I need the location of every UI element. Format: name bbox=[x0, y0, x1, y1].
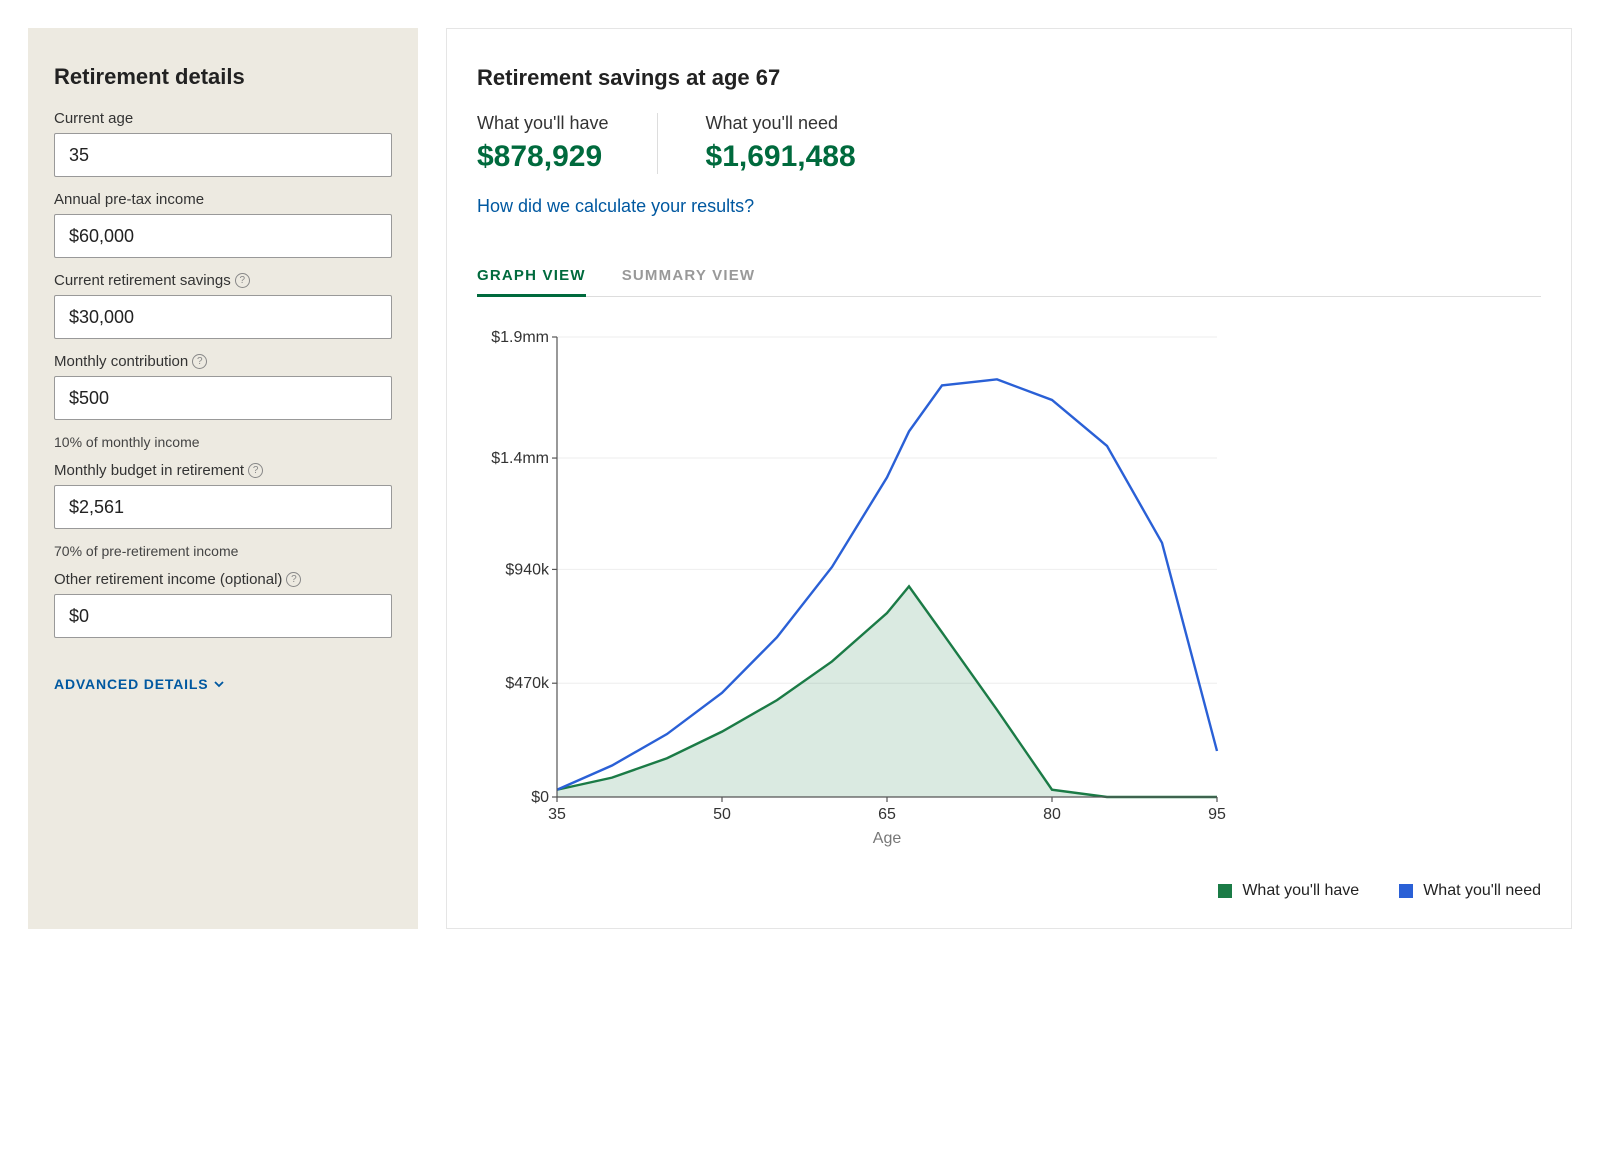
monthly-contribution-input[interactable] bbox=[54, 376, 392, 420]
help-icon[interactable]: ? bbox=[235, 273, 250, 288]
field-monthly-budget: Monthly budget in retirement ? bbox=[54, 462, 392, 529]
retirement-chart: $0 $470k $940k $1.4mm $1.9mm 35 50 65 80 95 Age bbox=[477, 317, 1541, 862]
advanced-details-label: ADVANCED DETAILS bbox=[54, 676, 208, 692]
annual-income-label: Annual pre-tax income bbox=[54, 191, 392, 208]
legend-have: What you'll have bbox=[1218, 882, 1359, 900]
other-income-label: Other retirement income (optional) ? bbox=[54, 571, 392, 588]
svg-text:$470k: $470k bbox=[505, 675, 550, 692]
legend-swatch-need-icon bbox=[1399, 884, 1413, 898]
annual-income-input[interactable] bbox=[54, 214, 392, 258]
chevron-down-icon bbox=[214, 679, 224, 689]
calculation-link[interactable]: How did we calculate your results? bbox=[477, 196, 754, 217]
monthly-budget-label: Monthly budget in retirement ? bbox=[54, 462, 392, 479]
monthly-budget-input[interactable] bbox=[54, 485, 392, 529]
monthly-budget-helper: 70% of pre-retirement income bbox=[54, 543, 392, 559]
legend-have-label: What you'll have bbox=[1242, 882, 1359, 900]
current-savings-label-text: Current retirement savings bbox=[54, 272, 231, 289]
stat-need-label: What you'll need bbox=[706, 113, 856, 134]
stat-have: What you'll have $878,929 bbox=[477, 113, 658, 174]
stat-have-label: What you'll have bbox=[477, 113, 609, 134]
monthly-budget-label-text: Monthly budget in retirement bbox=[54, 462, 244, 479]
monthly-contribution-helper: 10% of monthly income bbox=[54, 434, 392, 450]
svg-text:$1.4mm: $1.4mm bbox=[491, 450, 549, 467]
results-title: Retirement savings at age 67 bbox=[477, 65, 1541, 91]
current-age-label: Current age bbox=[54, 110, 392, 127]
stat-need-value: $1,691,488 bbox=[706, 140, 856, 174]
stat-have-value: $878,929 bbox=[477, 140, 609, 174]
current-savings-label: Current retirement savings ? bbox=[54, 272, 392, 289]
svg-text:$1.9mm: $1.9mm bbox=[491, 329, 549, 346]
current-age-input[interactable] bbox=[54, 133, 392, 177]
stat-need: What you'll need $1,691,488 bbox=[706, 113, 904, 174]
svg-text:80: 80 bbox=[1043, 806, 1061, 823]
chart-svg: $0 $470k $940k $1.4mm $1.9mm 35 50 65 80 95 Age bbox=[477, 317, 1237, 857]
results-panel: Retirement savings at age 67 What you'll… bbox=[446, 28, 1572, 929]
advanced-details-button[interactable]: ADVANCED DETAILS bbox=[54, 676, 224, 692]
help-icon[interactable]: ? bbox=[248, 463, 263, 478]
stats-row: What you'll have $878,929 What you'll ne… bbox=[477, 113, 1541, 174]
legend-need-label: What you'll need bbox=[1423, 882, 1541, 900]
tab-graph-view[interactable]: GRAPH VIEW bbox=[477, 257, 586, 297]
other-income-input[interactable] bbox=[54, 594, 392, 638]
legend-swatch-have-icon bbox=[1218, 884, 1232, 898]
monthly-contribution-label: Monthly contribution ? bbox=[54, 353, 392, 370]
help-icon[interactable]: ? bbox=[192, 354, 207, 369]
chart-legend: What you'll have What you'll need bbox=[477, 882, 1541, 900]
legend-need: What you'll need bbox=[1399, 882, 1541, 900]
other-income-label-text: Other retirement income (optional) bbox=[54, 571, 282, 588]
svg-text:95: 95 bbox=[1208, 806, 1226, 823]
field-other-income: Other retirement income (optional) ? bbox=[54, 571, 392, 638]
svg-text:50: 50 bbox=[713, 806, 731, 823]
svg-text:Age: Age bbox=[873, 830, 902, 847]
svg-text:$940k: $940k bbox=[505, 561, 550, 578]
field-current-savings: Current retirement savings ? bbox=[54, 272, 392, 339]
svg-text:35: 35 bbox=[548, 806, 566, 823]
current-savings-input[interactable] bbox=[54, 295, 392, 339]
help-icon[interactable]: ? bbox=[286, 572, 301, 587]
svg-text:$0: $0 bbox=[531, 789, 549, 806]
retirement-details-panel: Retirement details Current age Annual pr… bbox=[28, 28, 418, 929]
field-monthly-contribution: Monthly contribution ? bbox=[54, 353, 392, 420]
field-current-age: Current age bbox=[54, 110, 392, 177]
monthly-contribution-label-text: Monthly contribution bbox=[54, 353, 188, 370]
svg-text:65: 65 bbox=[878, 806, 896, 823]
tab-summary-view[interactable]: SUMMARY VIEW bbox=[622, 257, 756, 296]
sidebar-title: Retirement details bbox=[54, 64, 392, 90]
view-tabs: GRAPH VIEW SUMMARY VIEW bbox=[477, 257, 1541, 297]
field-annual-income: Annual pre-tax income bbox=[54, 191, 392, 258]
